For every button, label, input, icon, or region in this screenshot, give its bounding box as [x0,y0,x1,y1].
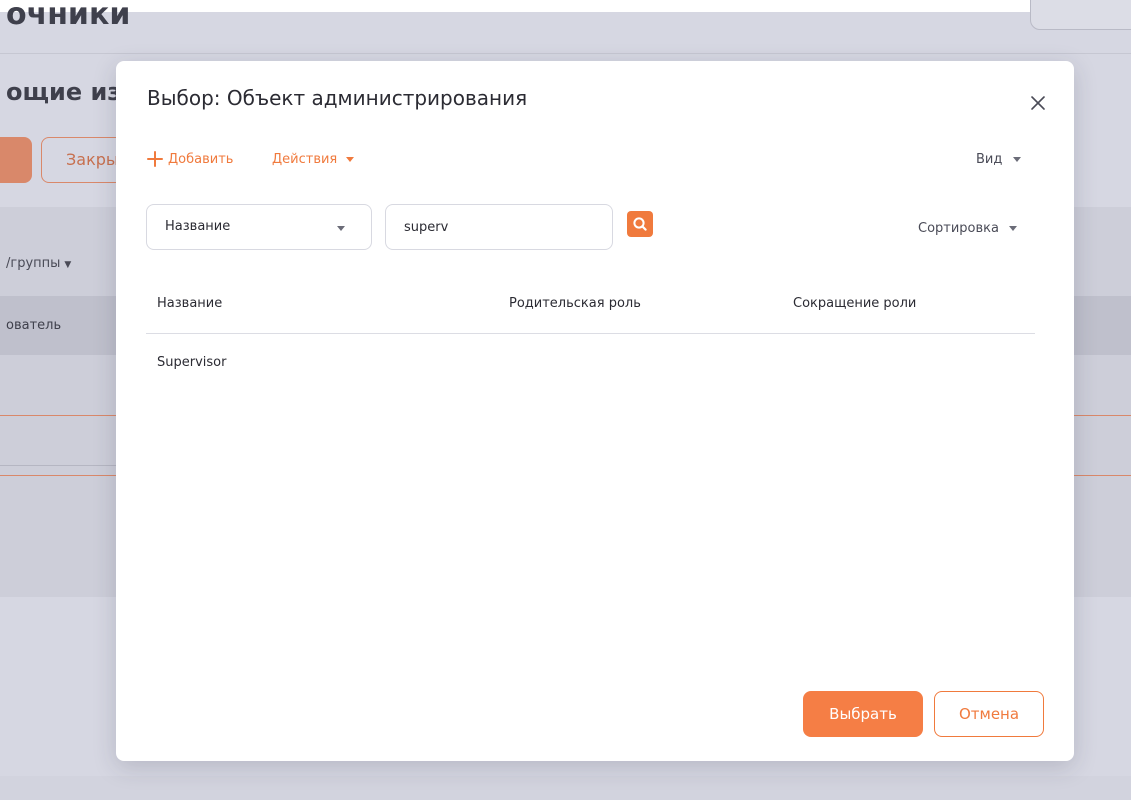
modal-title: Выбор: Объект администрирования [147,86,528,110]
chevron-down-icon [337,226,345,231]
view-dropdown[interactable]: Вид [976,147,1022,171]
search-button[interactable] [627,211,653,237]
view-dropdown-label: Вид [976,151,1003,167]
add-button[interactable]: Добавить [146,147,233,171]
add-button-label: Добавить [168,151,234,167]
background-table-header-cell: ователь [6,318,62,333]
selection-modal: Выбор: Объект администрирования Добавить… [116,61,1074,761]
close-icon [1031,96,1045,110]
background-divider [0,53,1131,54]
actions-dropdown-label: Действия [272,151,338,167]
close-button[interactable] [1024,89,1052,117]
plus-icon [147,151,163,167]
search-icon [633,217,647,231]
chevron-down-icon [1009,225,1017,231]
background-header-bar [0,0,1131,12]
search-field-select[interactable]: Название [146,204,372,250]
sort-dropdown-label: Сортировка [918,220,999,236]
column-header-parent-role[interactable]: Родительская роль [509,296,641,311]
column-header-role-abbreviation[interactable]: Сокращение роли [793,296,916,311]
background-footer [0,776,1131,800]
actions-dropdown[interactable]: Действия [272,147,355,171]
table-row[interactable]: Supervisor [146,341,1035,385]
cancel-button[interactable]: Отмена [934,691,1044,737]
table-cell-name: Supervisor [157,355,227,370]
background-groups-label: /группы [6,256,61,271]
select-button[interactable]: Выбрать [803,691,923,737]
sort-dropdown[interactable]: Сортировка [918,216,1017,240]
background-page-title: очники [6,0,131,32]
chevron-down-icon [346,156,355,162]
background-header-button [1030,0,1131,30]
background-primary-button [0,137,32,183]
chevron-down-icon [1013,156,1022,162]
chevron-down-icon: ▼ [64,260,72,270]
search-input[interactable] [385,204,613,250]
background-close-button-label: Закры [66,150,119,169]
background-row-divider [0,465,120,466]
table-header-divider [146,333,1035,334]
background-groups-dropdown: /группы ▼ [6,256,71,271]
search-field-select-value: Название [165,219,231,234]
column-header-name[interactable]: Название [157,296,222,311]
